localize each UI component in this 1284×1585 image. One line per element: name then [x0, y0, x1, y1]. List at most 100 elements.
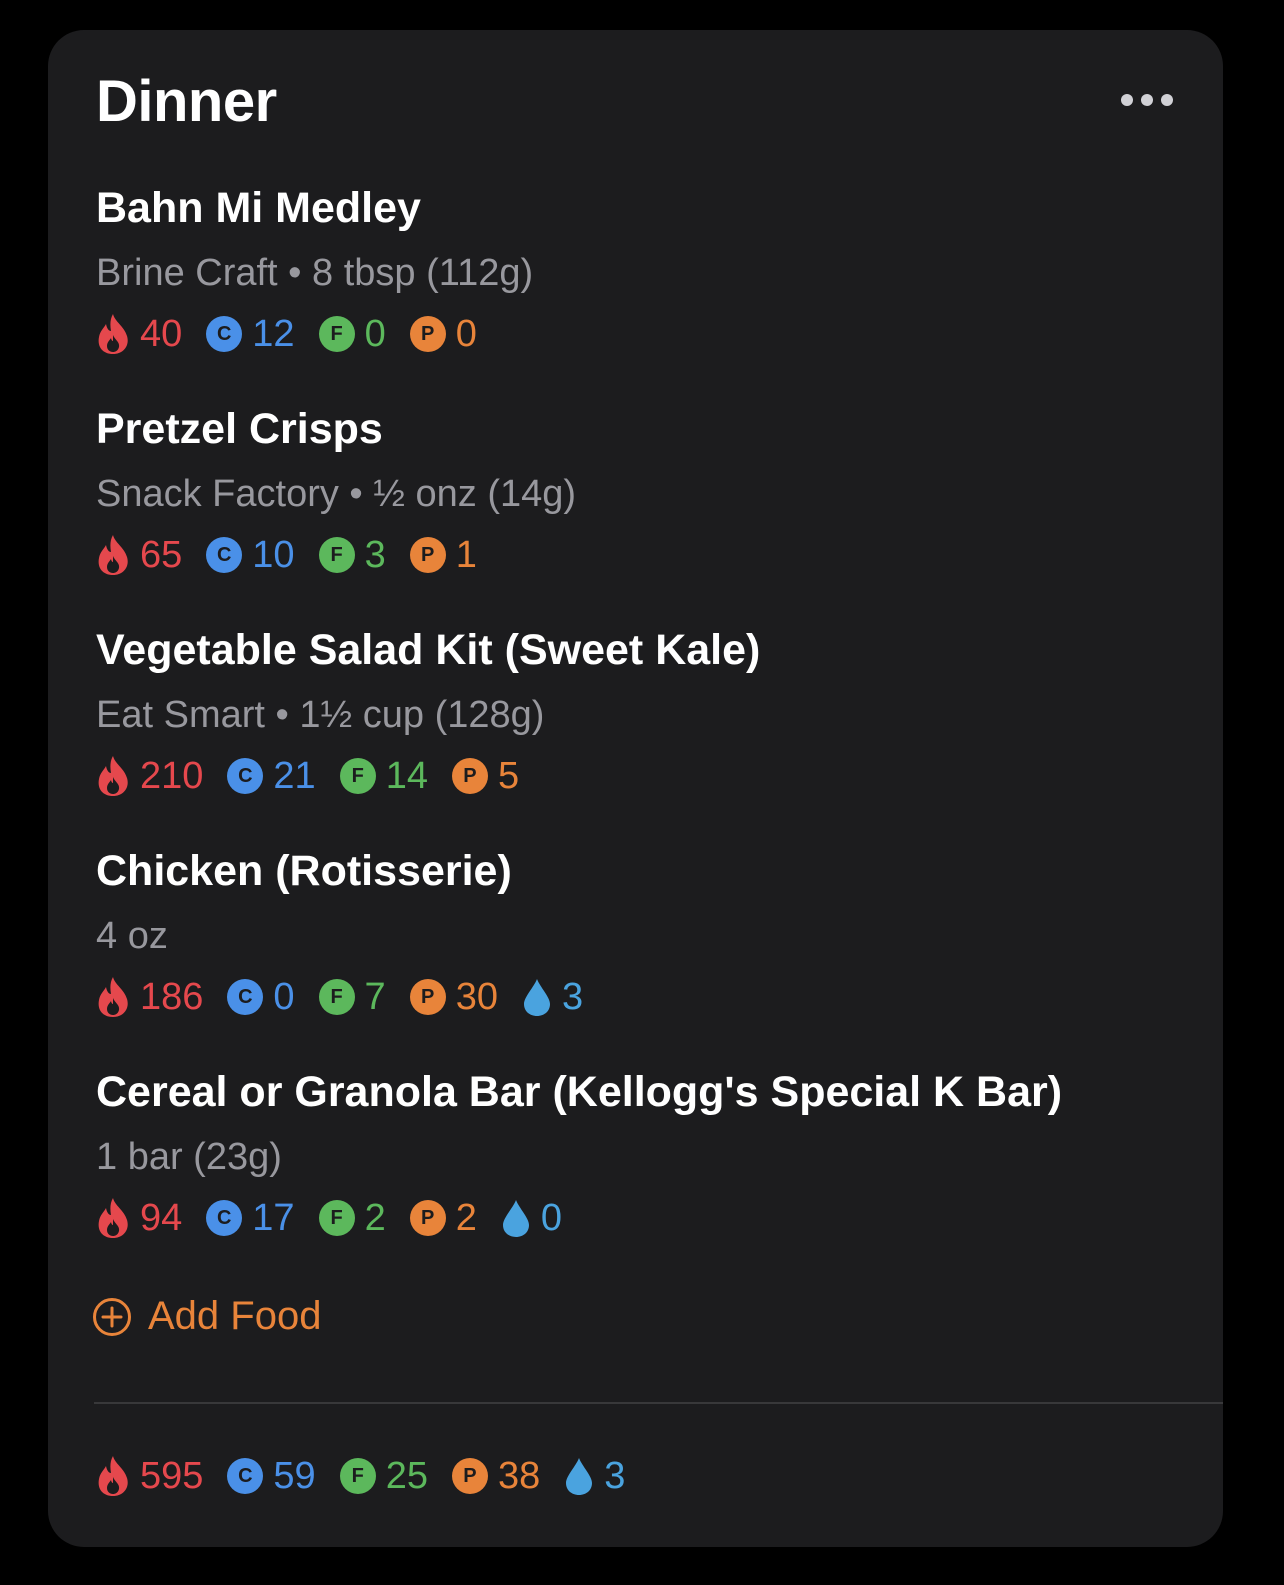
protein-badge-icon: P — [409, 316, 446, 352]
fat-value: F0 — [318, 312, 386, 356]
protein-value: P5 — [451, 755, 519, 798]
carbs-badge-letter: C — [227, 979, 264, 1015]
water-value: 3 — [522, 976, 583, 1019]
protein-badge-letter: P — [409, 1200, 446, 1236]
carbs-badge-letter: C — [227, 758, 264, 794]
carbs-badge-icon: C — [206, 1200, 243, 1236]
food-item[interactable]: Vegetable Salad Kit (Sweet Kale) Eat Smar… — [96, 622, 1196, 843]
carbs-amount: 59 — [273, 1454, 316, 1497]
flame-icon — [96, 755, 130, 797]
water-amount: 3 — [604, 1454, 626, 1497]
calories-value: 40 — [96, 313, 182, 356]
protein-badge-letter: P — [451, 1458, 488, 1494]
food-item[interactable]: Chicken (Rotisserie) 4 oz 186 C 0 F 7 P 30 3 — [96, 843, 1196, 1064]
food-item[interactable]: Bahn Mi Medley Brine Craft • 8 tbsp (112g… — [96, 180, 1196, 401]
fat-badge-icon: F — [339, 1458, 376, 1494]
flame-icon — [96, 976, 130, 1018]
food-serving-detail: Brine Craft • 8 tbsp (112g) — [96, 252, 534, 294]
carbs-amount: 17 — [252, 1196, 295, 1239]
carbs-value: C 12 — [206, 312, 295, 356]
calories-amount: 595 — [140, 1454, 204, 1497]
plus-circle-icon — [93, 1297, 131, 1336]
fat-amount: 3 — [364, 533, 386, 576]
protein-value: P 30 — [409, 976, 498, 1019]
fat-value: F 25 — [339, 1454, 428, 1498]
flame-icon — [96, 534, 130, 576]
water-amount: 0 — [540, 1196, 562, 1239]
calories-value: 595 — [96, 1455, 203, 1498]
fat-amount: 2 — [364, 1196, 386, 1239]
water-drop-icon — [501, 1198, 531, 1238]
fat-amount: 0 — [364, 312, 386, 355]
carbs-value: C0 — [227, 976, 295, 1019]
water-value: 0 — [501, 1197, 562, 1240]
ellipsis-icon — [1121, 94, 1133, 106]
carbs-badge-letter: C — [206, 1200, 243, 1236]
fat-badge-letter: F — [339, 758, 376, 794]
fat-amount: 14 — [385, 754, 428, 797]
calories-amount: 210 — [140, 754, 204, 797]
protein-badge-icon: P — [409, 537, 446, 573]
water-drop-icon — [564, 1456, 594, 1496]
protein-badge-icon: P — [409, 1200, 446, 1236]
carbs-amount: 21 — [273, 754, 316, 797]
more-options-button[interactable] — [1121, 92, 1173, 108]
food-macros: 94 C 17 F 2 P 2 0 — [96, 1194, 586, 1242]
fat-badge-letter: F — [318, 979, 355, 1015]
carbs-value: C 17 — [206, 1196, 295, 1240]
protein-badge-icon: P — [451, 1458, 488, 1494]
food-name: Cereal or Granola Bar (Kellogg's Special… — [96, 1068, 1063, 1116]
carbs-value: C 59 — [227, 1454, 316, 1498]
fat-badge-icon: F — [318, 316, 355, 352]
calories-amount: 186 — [140, 975, 204, 1018]
carbs-value: C 21 — [227, 754, 316, 798]
carbs-amount: 12 — [252, 312, 295, 355]
meal-card: Dinner Bahn Mi Medley Brine Craft • 8 tbs… — [48, 30, 1223, 1547]
carbs-badge-letter: C — [206, 537, 243, 573]
fat-value: F7 — [318, 975, 386, 1019]
food-serving-detail: 1 bar (23g) — [96, 1136, 282, 1178]
carbs-badge-icon: C — [227, 979, 264, 1015]
add-food-button[interactable]: Add Food — [92, 1294, 321, 1339]
food-item[interactable]: Cereal or Granola Bar (Kellogg's Special… — [96, 1064, 1196, 1285]
protein-value: P0 — [409, 312, 477, 356]
food-item[interactable]: Pretzel Crisps Snack Factory • ½ onz (14g… — [96, 401, 1196, 622]
protein-badge-letter: P — [409, 979, 446, 1015]
meal-title: Dinner — [96, 69, 277, 134]
food-macros: 186 C 0 F 7 P 30 3 — [96, 973, 607, 1021]
calories-amount: 65 — [140, 533, 183, 576]
protein-value: P1 — [409, 533, 477, 577]
fat-badge-letter: F — [318, 1200, 355, 1236]
calories-value: 65 — [96, 534, 182, 577]
calories-amount: 40 — [140, 312, 183, 355]
food-macros: 40 C 12 F 0 P 0 — [96, 310, 501, 358]
fat-value: F3 — [318, 533, 386, 577]
carbs-badge-letter: C — [227, 1458, 264, 1494]
divider — [94, 1402, 1223, 1404]
fat-badge-letter: F — [339, 1458, 376, 1494]
flame-icon — [96, 1455, 130, 1497]
protein-amount: 1 — [455, 533, 477, 576]
flame-icon — [96, 313, 130, 355]
meal-totals: 595 C 59 F 25 P 38 3 — [96, 1452, 649, 1500]
carbs-badge-letter: C — [206, 316, 243, 352]
protein-value: P2 — [409, 1197, 477, 1240]
protein-badge-letter: P — [451, 758, 488, 794]
ellipsis-dot — [1141, 94, 1153, 106]
carbs-badge-icon: C — [227, 1458, 264, 1494]
food-name: Vegetable Salad Kit (Sweet Kale) — [96, 626, 761, 674]
protein-amount: 0 — [455, 312, 477, 355]
food-serving-detail: 4 oz — [96, 915, 168, 957]
fat-badge-letter: F — [318, 537, 355, 573]
carbs-badge-icon: C — [206, 316, 243, 352]
carbs-badge-icon: C — [227, 758, 264, 794]
water-amount: 3 — [561, 975, 584, 1018]
fat-amount: 25 — [385, 1454, 428, 1497]
food-name: Bahn Mi Medley — [96, 184, 421, 232]
fat-amount: 7 — [364, 975, 386, 1018]
ellipsis-dot — [1161, 94, 1173, 106]
food-list: Bahn Mi Medley Brine Craft • 8 tbsp (112g… — [96, 180, 1196, 1285]
fat-badge-icon: F — [318, 979, 355, 1015]
food-macros: 65 C 10 F 3 P 1 — [96, 531, 501, 579]
food-name: Chicken (Rotisserie) — [96, 847, 512, 895]
